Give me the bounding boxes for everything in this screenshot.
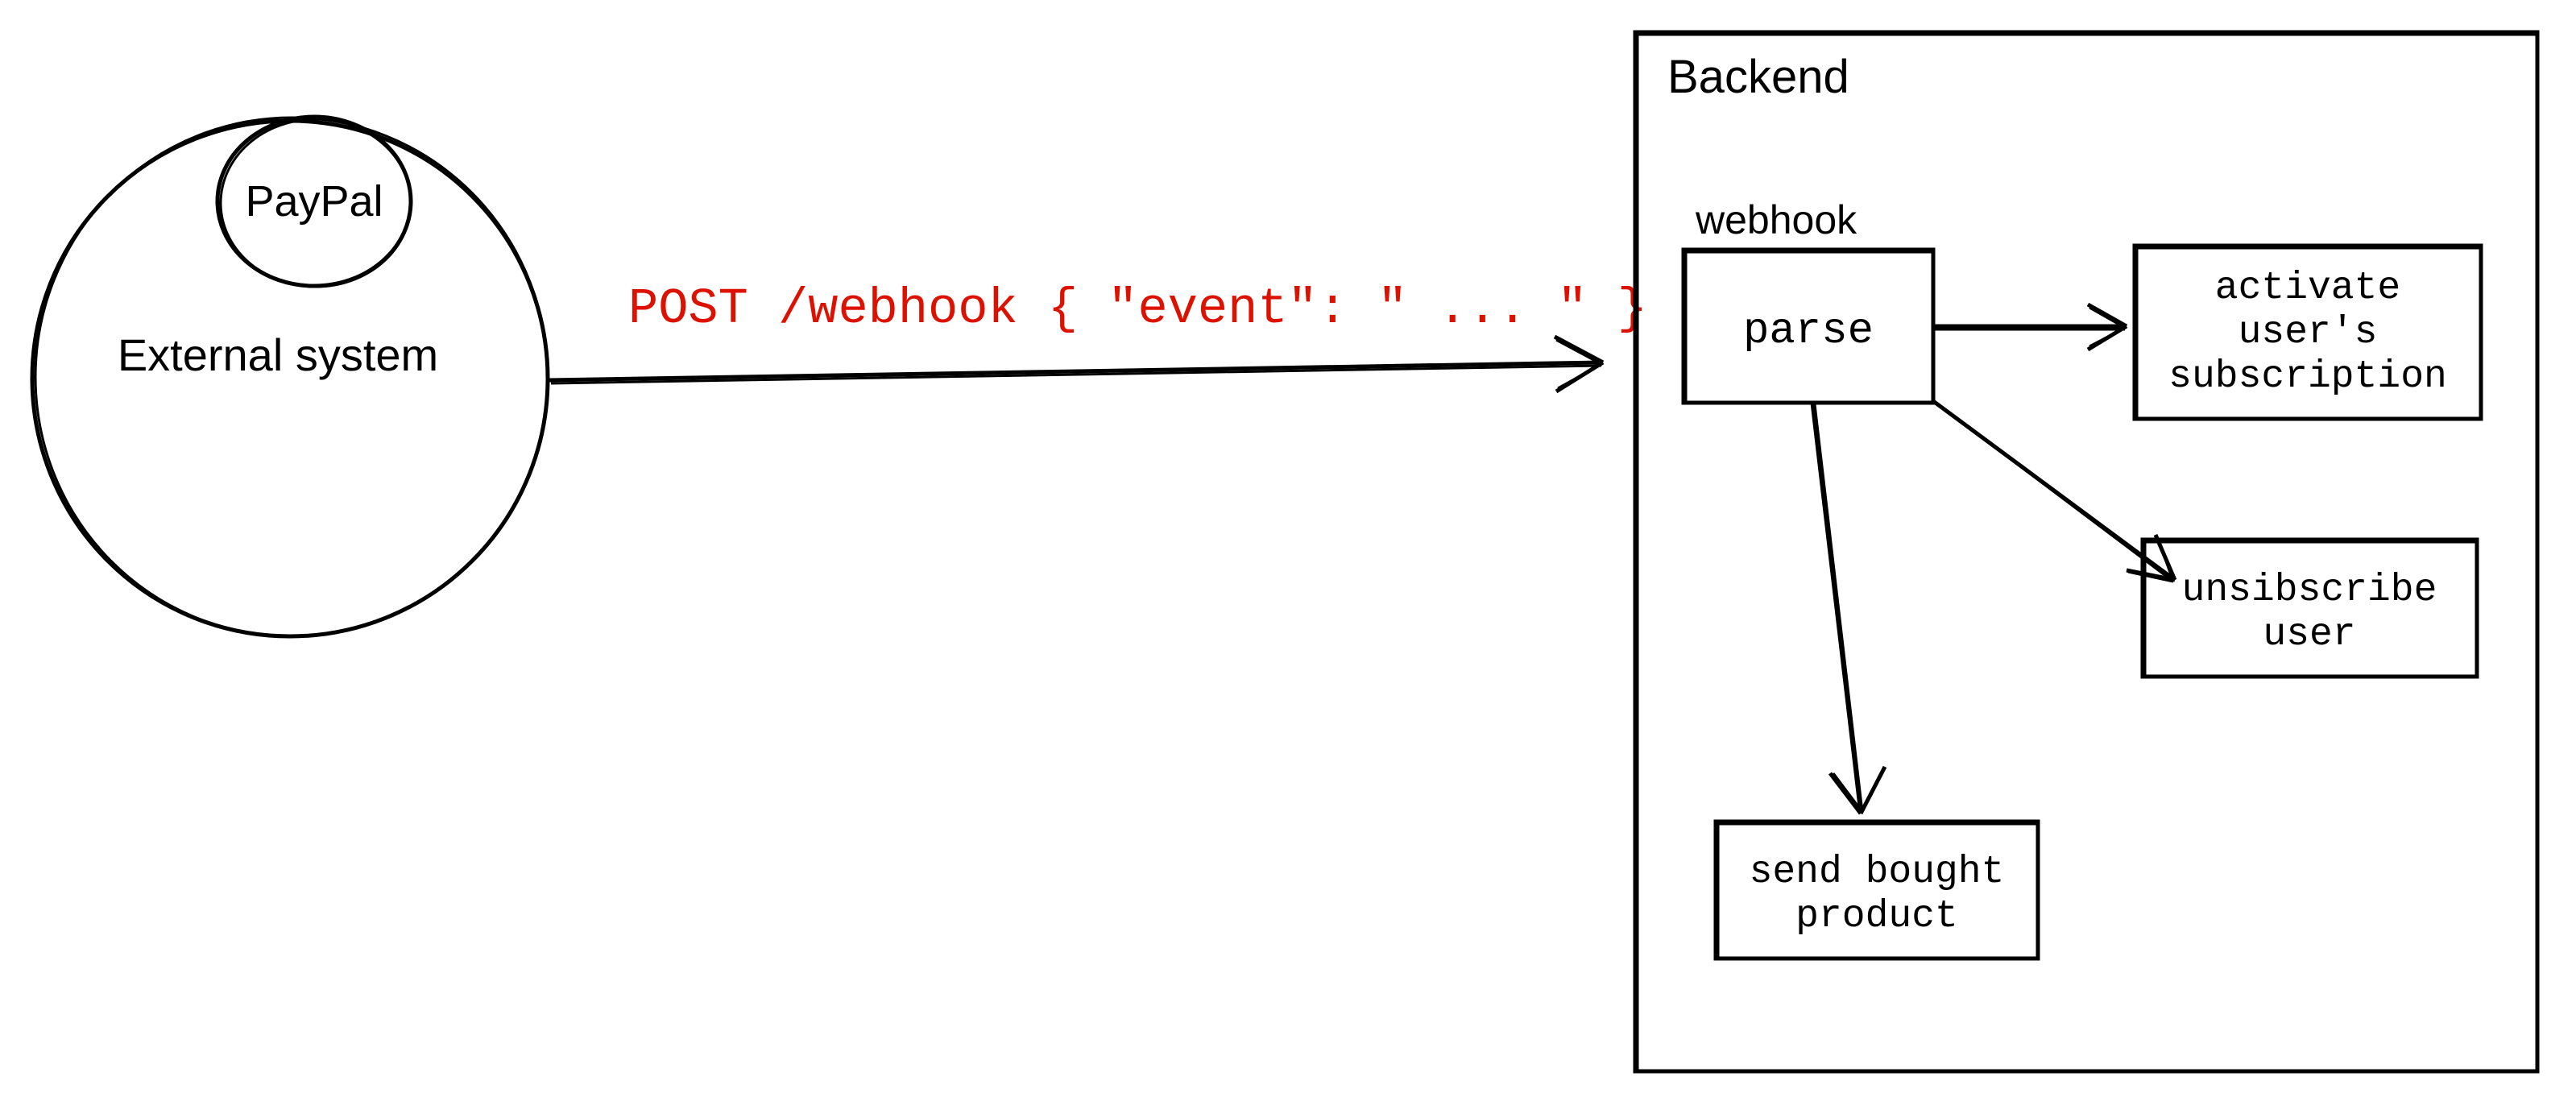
arrow-parse-activate [1933, 304, 2127, 350]
diagram-canvas: PayPal External system POST /webhook { "… [0, 0, 2576, 1093]
unsubscribe-line1: unsibscribe [2182, 569, 2437, 612]
activate-subscription-node: activate user's subscription [2135, 246, 2481, 419]
activate-line3: subscription [2168, 355, 2447, 399]
external-system-node: PayPal External system [32, 117, 548, 636]
arrow-parse-send [1812, 403, 1885, 814]
external-system-label: External system [118, 329, 438, 380]
arrow-parse-unsubscribe [1933, 401, 2175, 582]
parse-node: parse [1684, 250, 1933, 403]
activate-line2: user's [2238, 311, 2378, 354]
request-arrow: POST /webhook { "event": " ... " } [549, 280, 1647, 391]
unsubscribe-node: unsibscribe user [2143, 540, 2477, 677]
backend-title: Backend [1667, 51, 1849, 103]
send-line1: send bought [1750, 851, 2005, 894]
send-line2: product [1795, 895, 1958, 938]
paypal-label: PayPal [245, 177, 383, 226]
webhook-label: webhook [1695, 197, 1857, 242]
parse-label: parse [1743, 307, 1874, 356]
backend-container: Backend webhook parse activate user's su… [1635, 32, 2537, 1071]
activate-line1: activate [2215, 267, 2400, 310]
send-product-node: send bought product [1716, 822, 2038, 958]
paypal-node: PayPal [217, 117, 411, 287]
unsubscribe-line2: user [2263, 613, 2355, 656]
request-label: POST /webhook { "event": " ... " } [628, 280, 1647, 337]
